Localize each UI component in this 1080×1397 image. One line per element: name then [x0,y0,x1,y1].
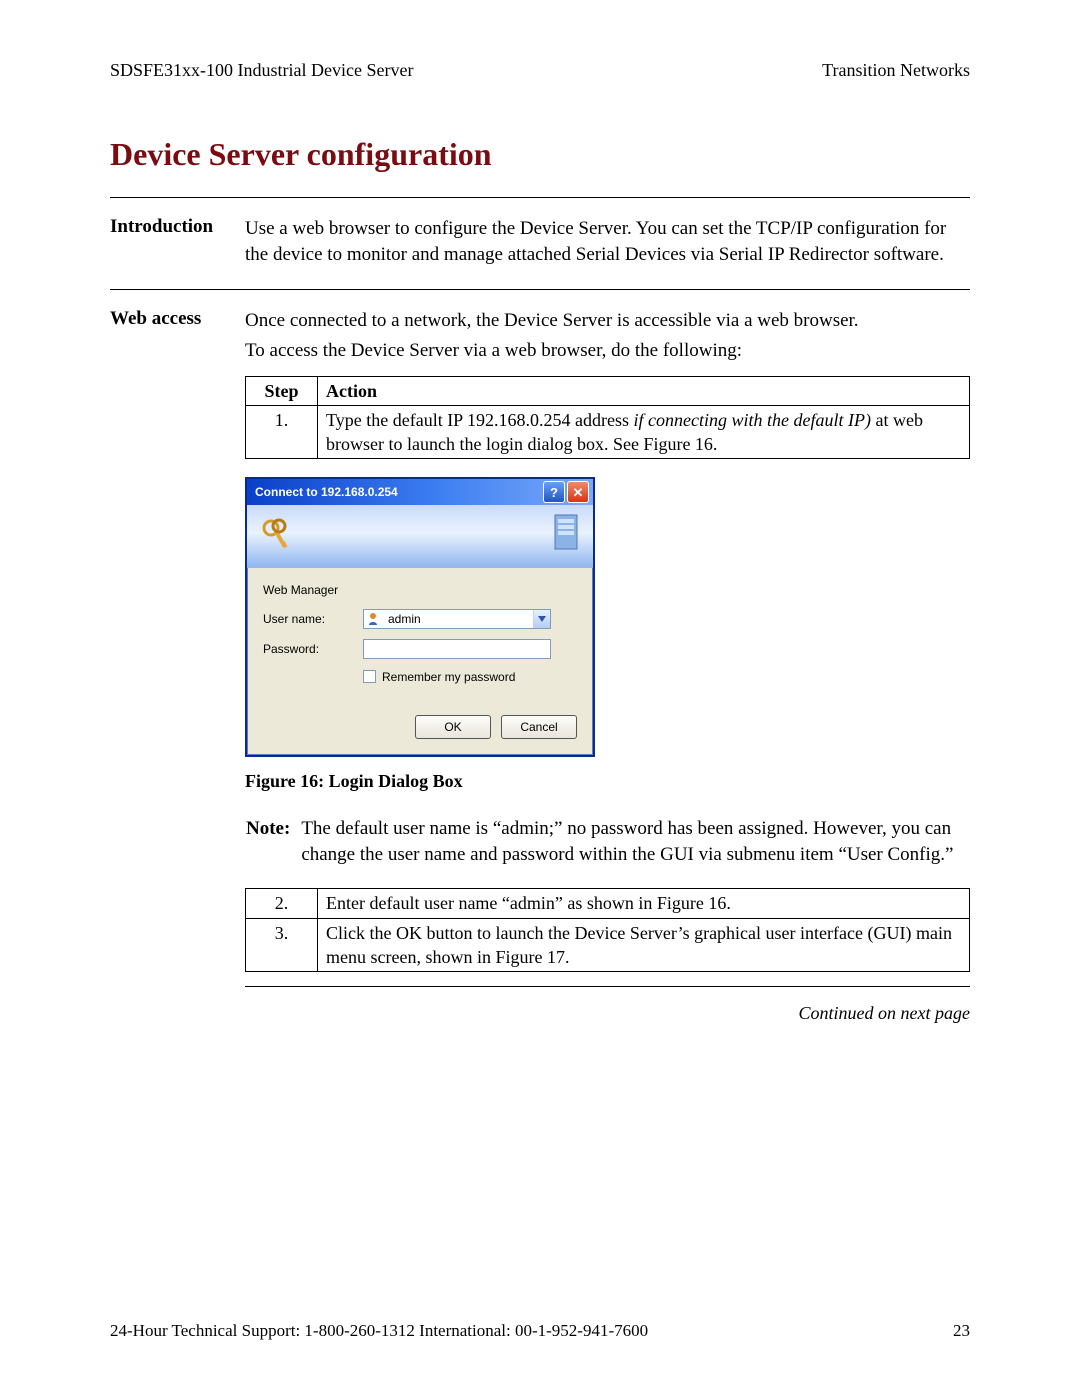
intro-text: Use a web browser to configure the Devic… [245,216,970,267]
step-3-num: 3. [246,918,318,972]
dialog-title: Connect to 192.168.0.254 [255,484,398,500]
password-label: Password: [263,641,363,657]
step-2-action: Enter default user name “admin” as shown… [318,889,970,918]
remember-label: Remember my password [382,669,515,685]
help-icon[interactable]: ? [543,481,565,503]
header-right: Transition Networks [822,60,970,81]
webaccess-p2: To access the Device Server via a web br… [245,338,970,364]
steps-table-1: Step Action 1. Type the default IP 192.1… [245,376,970,460]
chevron-down-icon[interactable] [533,610,550,628]
step-3-action: Click the OK button to launch the Device… [318,918,970,972]
note-block: Note: The default user name is “admin;” … [245,815,970,868]
page-title: Device Server configuration [110,136,970,173]
dialog-banner [247,505,593,568]
webaccess-p1: Once connected to a network, the Device … [245,308,970,334]
web-manager-label: Web Manager [263,582,363,598]
cancel-button[interactable]: Cancel [501,715,577,739]
remember-checkbox[interactable] [363,670,376,683]
note-label: Note: [246,818,290,839]
user-icon [368,612,382,626]
rule-bottom [245,986,970,987]
section-web-access: Web access Once connected to a network, … [110,308,970,1025]
intro-label: Introduction [110,216,245,238]
table-row: 1. Type the default IP 192.168.0.254 add… [246,405,970,459]
webaccess-label: Web access [110,308,245,330]
th-action: Action [318,376,970,405]
server-icon [533,509,587,563]
step-2-num: 2. [246,889,318,918]
step-1-num: 1. [246,405,318,459]
continued-label: Continued on next page [245,1001,970,1025]
username-label: User name: [263,611,363,627]
ok-button[interactable]: OK [415,715,491,739]
keys-icon [257,515,299,557]
page-number: 23 [953,1321,970,1341]
page-footer: 24-Hour Technical Support: 1-800-260-131… [110,1321,970,1341]
steps-table-2: 2. Enter default user name “admin” as sh… [245,888,970,972]
step-1-action: Type the default IP 192.168.0.254 addres… [318,405,970,459]
dialog-titlebar: Connect to 192.168.0.254 ? ✕ [247,479,593,505]
close-icon[interactable]: ✕ [567,481,589,503]
note-text: The default user name is “admin;” no pas… [300,815,970,868]
rule-mid [110,289,970,290]
login-dialog-figure: Connect to 192.168.0.254 ? ✕ [245,477,970,756]
login-dialog: Connect to 192.168.0.254 ? ✕ [245,477,595,756]
password-input[interactable] [363,639,551,659]
figure-caption: Figure 16: Login Dialog Box [245,769,970,793]
header-left: SDSFE31xx-100 Industrial Device Server [110,60,413,81]
rule-top [110,197,970,198]
username-input[interactable]: admin [363,609,551,629]
section-introduction: Introduction Use a web browser to config… [110,216,970,267]
page-header: SDSFE31xx-100 Industrial Device Server T… [110,60,970,81]
username-value: admin [388,611,421,627]
footer-support: 24-Hour Technical Support: 1-800-260-131… [110,1321,648,1341]
th-step: Step [246,376,318,405]
table-row: 2. Enter default user name “admin” as sh… [246,889,970,918]
table-row: 3. Click the OK button to launch the Dev… [246,918,970,972]
